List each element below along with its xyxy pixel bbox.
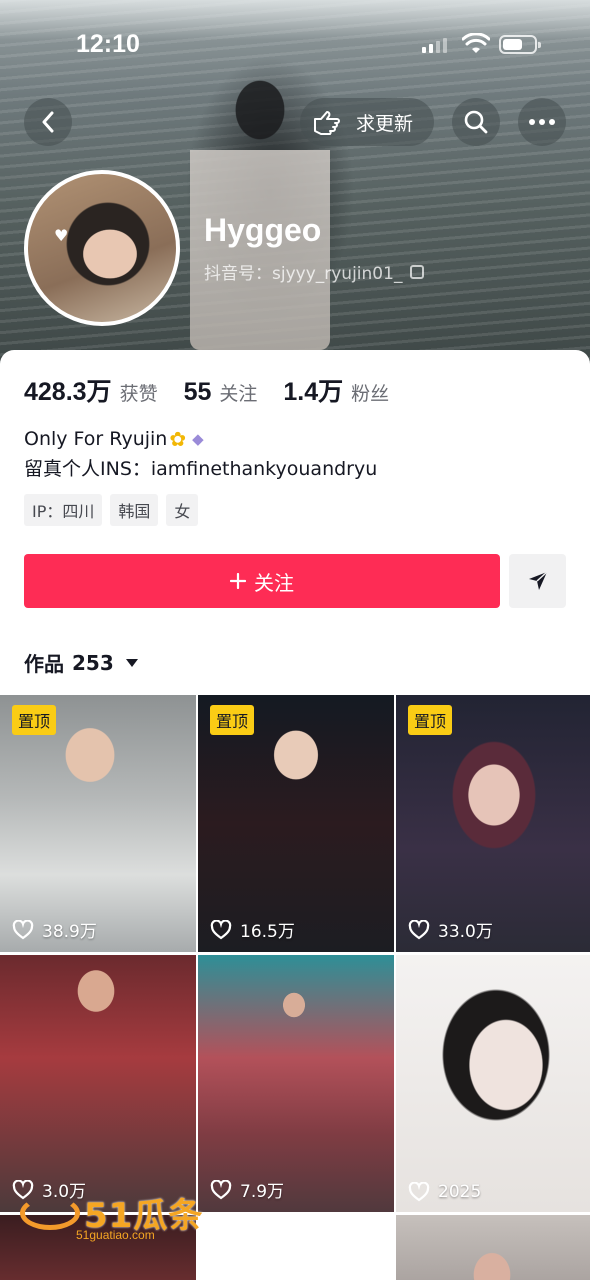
profile-tags: IP：四川 韩国 女 (24, 494, 199, 526)
candy-emoji-icon: ◆ (192, 430, 204, 448)
caret-down-icon (125, 658, 138, 667)
douyin-id: 抖音号：sjyyy_ryujin01_ (204, 264, 403, 284)
stat-following[interactable]: 55 关注 (184, 378, 258, 407)
heart-outline-icon (408, 919, 430, 939)
paper-plane-icon (528, 571, 548, 590)
works-label: 作品 (24, 652, 64, 676)
more-options-button[interactable] (518, 98, 566, 146)
video-tile[interactable]: 置顶 33.0万 (396, 695, 590, 952)
stat-likes[interactable]: 428.3万 获赞 (24, 372, 158, 408)
like-count: 7.9万 (210, 1177, 284, 1202)
follow-button[interactable]: 关注 (24, 554, 500, 608)
plus-icon (230, 573, 246, 589)
status-time: 12:10 (76, 30, 140, 58)
back-button[interactable] (24, 98, 72, 146)
tag-ip-location: IP：四川 (24, 494, 103, 526)
request-update-label: 求更新 (356, 112, 414, 135)
video-tile[interactable]: 置顶 16.5万 (198, 695, 394, 952)
heart-outline-icon (210, 1179, 232, 1199)
search-icon (464, 110, 488, 134)
search-button[interactable] (452, 98, 500, 146)
watermark-logo: 51瓜条 51guatiao.com (20, 1188, 210, 1246)
status-bar: 12:10 (0, 0, 590, 88)
more-dots-icon (529, 119, 555, 125)
copy-icon[interactable] (410, 264, 425, 279)
bio-line-1: Only For Ryujin (24, 428, 168, 450)
douyin-id-row: 抖音号：sjyyy_ryujin01_ (204, 259, 425, 284)
bio: Only For Ryujin ✿ ◆ 留真个人INS：iamfinethank… (24, 424, 377, 484)
heart-outline-icon (12, 919, 34, 939)
battery-icon (499, 35, 541, 54)
pinned-badge: 置顶 (210, 705, 255, 735)
signal-icon (422, 38, 447, 53)
profile-name: Hyggeo (204, 212, 322, 248)
heart-icon: ♥ (54, 226, 69, 245)
video-tile[interactable] (396, 1215, 590, 1280)
video-tile[interactable]: 7.9万 (198, 955, 394, 1212)
like-count: 33.0万 (408, 917, 493, 942)
video-tile[interactable]: 2025 (396, 955, 590, 1212)
sunflower-emoji-icon: ✿ (169, 427, 187, 451)
heart-outline-icon (210, 919, 232, 939)
stats-row: 428.3万 获赞 55 关注 1.4万 粉丝 (24, 372, 389, 408)
like-count: 38.9万 (12, 917, 97, 942)
follow-label: 关注 (254, 570, 294, 595)
heart-outline-icon (408, 1182, 430, 1202)
send-message-button[interactable] (509, 554, 566, 608)
stat-followers[interactable]: 1.4万 粉丝 (283, 372, 389, 408)
works-tab[interactable]: 作品 253 (24, 648, 138, 677)
tag-gender: 女 (166, 494, 199, 526)
pinned-badge: 置顶 (12, 705, 57, 735)
wifi-icon (462, 33, 490, 53)
like-count: 16.5万 (210, 917, 295, 942)
video-tile[interactable]: 3.0万 (0, 955, 196, 1212)
works-count: 253 (72, 650, 114, 675)
video-tile[interactable] (198, 1215, 394, 1280)
like-count: 2025 (408, 1182, 481, 1202)
avatar[interactable]: ♥ (24, 170, 180, 326)
bio-line-2: 留真个人INS：iamfinethankyouandryu (24, 458, 378, 480)
watermark-eye-icon (20, 1196, 80, 1230)
request-update-button[interactable]: 求更新 (300, 98, 434, 146)
pointing-hand-icon (314, 111, 340, 135)
video-tile[interactable]: 置顶 38.9万 (0, 695, 196, 952)
tag-country: 韩国 (110, 494, 159, 526)
watermark-url: 51guatiao.com (76, 1228, 155, 1242)
pinned-badge: 置顶 (408, 705, 453, 735)
chevron-left-icon (42, 111, 54, 133)
